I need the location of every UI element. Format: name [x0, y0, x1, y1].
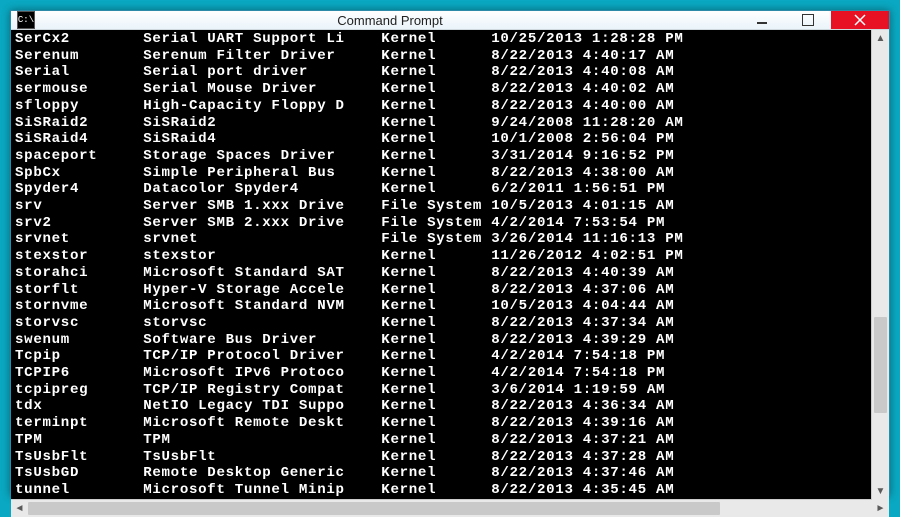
console-line: SpbCx Simple Peripheral Bus Kernel 8/22/…: [15, 165, 885, 182]
hscroll-track[interactable]: [28, 500, 872, 517]
scroll-left-arrow-icon[interactable]: ◄: [11, 500, 28, 517]
vscroll-track[interactable]: [872, 47, 889, 483]
console-line: stexstor stexstor Kernel 11/26/2012 4:02…: [15, 248, 885, 265]
command-prompt-window: C:\ Command Prompt SerCx2 Serial UART Su…: [10, 10, 890, 496]
console-line: SiSRaid4 SiSRaid4 Kernel 10/1/2008 2:56:…: [15, 131, 885, 148]
window-buttons: [739, 11, 889, 29]
console-line: TPM TPM Kernel 8/22/2013 4:37:21 AM: [15, 432, 885, 449]
console-line: tunnel Microsoft Tunnel Minip Kernel 8/2…: [15, 482, 885, 499]
console-area: SerCx2 Serial UART Support Li Kernel 10/…: [11, 30, 889, 517]
console-line: TCPIP6 Microsoft IPv6 Protoco Kernel 4/2…: [15, 365, 885, 382]
system-menu-icon[interactable]: C:\: [17, 11, 35, 29]
close-button[interactable]: [831, 11, 889, 29]
vscroll-thumb[interactable]: [874, 317, 887, 413]
scroll-up-arrow-icon[interactable]: ▲: [872, 30, 889, 47]
console-line: tcpipreg TCP/IP Registry Compat Kernel 3…: [15, 382, 885, 399]
console-line: Serenum Serenum Filter Driver Kernel 8/2…: [15, 48, 885, 65]
hscroll-thumb[interactable]: [28, 502, 720, 515]
console-line: storflt Hyper-V Storage Accele Kernel 8/…: [15, 282, 885, 299]
console-line: srvnet srvnet File System 3/26/2014 11:1…: [15, 231, 885, 248]
console-line: stornvme Microsoft Standard NVM Kernel 1…: [15, 298, 885, 315]
console-line: Tcpip TCP/IP Protocol Driver Kernel 4/2/…: [15, 348, 885, 365]
console-line: SiSRaid2 SiSRaid2 Kernel 9/24/2008 11:28…: [15, 115, 885, 132]
console-line: sfloppy High-Capacity Floppy D Kernel 8/…: [15, 98, 885, 115]
window-title: Command Prompt: [41, 13, 739, 28]
console-line: srv2 Server SMB 2.xxx Drive File System …: [15, 215, 885, 232]
console-line: swenum Software Bus Driver Kernel 8/22/2…: [15, 332, 885, 349]
console-line: Spyder4 Datacolor Spyder4 Kernel 6/2/201…: [15, 181, 885, 198]
scroll-right-arrow-icon[interactable]: ►: [872, 500, 889, 517]
console-output[interactable]: SerCx2 Serial UART Support Li Kernel 10/…: [11, 30, 889, 499]
console-line: sermouse Serial Mouse Driver Kernel 8/22…: [15, 81, 885, 98]
vertical-scrollbar[interactable]: ▲ ▼: [871, 30, 889, 500]
console-line: tdx NetIO Legacy TDI Suppo Kernel 8/22/2…: [15, 398, 885, 415]
console-line: storvsc storvsc Kernel 8/22/2013 4:37:34…: [15, 315, 885, 332]
console-line: srv Server SMB 1.xxx Drive File System 1…: [15, 198, 885, 215]
horizontal-scrollbar[interactable]: ◄ ►: [11, 499, 889, 517]
sysicon-text: C:\: [18, 16, 34, 25]
console-line: terminpt Microsoft Remote Deskt Kernel 8…: [15, 415, 885, 432]
titlebar[interactable]: C:\ Command Prompt: [11, 11, 889, 30]
console-line: SerCx2 Serial UART Support Li Kernel 10/…: [15, 31, 885, 48]
console-line: Serial Serial port driver Kernel 8/22/20…: [15, 64, 885, 81]
scroll-down-arrow-icon[interactable]: ▼: [872, 483, 889, 500]
console-line: TsUsbFlt TsUsbFlt Kernel 8/22/2013 4:37:…: [15, 449, 885, 466]
close-icon: [854, 14, 866, 26]
console-line: TsUsbGD Remote Desktop Generic Kernel 8/…: [15, 465, 885, 482]
minimize-button[interactable]: [739, 11, 785, 29]
console-line: storahci Microsoft Standard SAT Kernel 8…: [15, 265, 885, 282]
maximize-button[interactable]: [785, 11, 831, 29]
console-line: spaceport Storage Spaces Driver Kernel 3…: [15, 148, 885, 165]
